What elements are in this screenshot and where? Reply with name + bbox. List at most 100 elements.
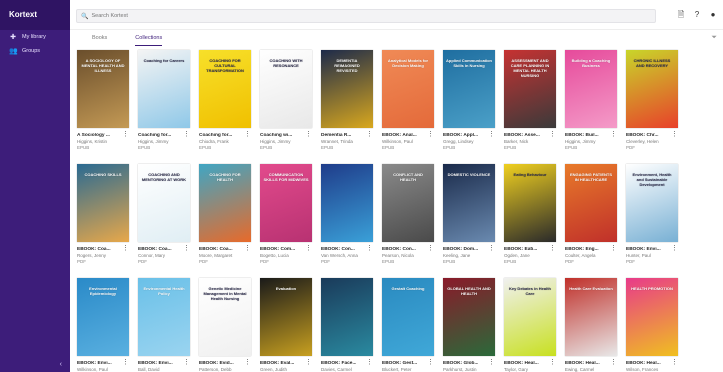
book-title[interactable]: EBOOK: Coa... (77, 247, 111, 252)
book-cover[interactable] (321, 278, 373, 356)
book-cover[interactable]: ENGAGING PATIENTS IN HEALTHCARE (565, 164, 617, 242)
book-card[interactable]: Gestalt Coaching EBOOK: Gest... ⋮ Bluckert,… (382, 278, 434, 372)
search-input[interactable] (91, 13, 642, 19)
book-cover[interactable]: COMMUNICATION SKILLS FOR MIDWIVES (260, 164, 312, 242)
more-options-icon[interactable]: ⋮ (122, 245, 129, 252)
book-card[interactable]: EBOOK: Face...⋮Davies, CarmelPDF (321, 278, 373, 372)
book-title[interactable]: EBOOK: Face... (321, 361, 356, 366)
book-card[interactable]: ASSESSMENT AND CARE PLANNING IN MENTAL H… (504, 50, 556, 158)
more-options-icon[interactable]: ⋮ (488, 245, 495, 252)
more-options-icon[interactable]: ⋮ (427, 245, 434, 252)
book-title[interactable]: Coaching for... (199, 133, 232, 138)
book-card[interactable]: Environment, Health and Sustainable Deve… (626, 164, 678, 272)
more-options-icon[interactable]: ⋮ (488, 131, 495, 138)
book-title[interactable]: A Sociology ... (77, 133, 110, 138)
more-options-icon[interactable]: ⋮ (671, 131, 678, 138)
book-card[interactable]: A SOCIOLOGY OF MENTAL HEALTH AND ILLNESS… (77, 50, 129, 158)
book-title[interactable]: EBOOK: Evid... (199, 361, 234, 366)
book-cover[interactable]: COACHING FOR CULTURAL TRANSFORMATION (199, 50, 251, 128)
more-options-icon[interactable]: ⋮ (610, 245, 617, 252)
book-cover[interactable]: Environment, Health and Sustainable Deve… (626, 164, 678, 242)
book-title[interactable]: EBOOK: Com... (260, 247, 295, 252)
book-cover[interactable]: DOMESTIC VIOLENCE (443, 164, 495, 242)
book-title[interactable]: EBOOK: Asse... (504, 133, 540, 138)
book-title[interactable]: EBOOK: Appl... (443, 133, 478, 138)
book-title[interactable]: Coaching for... (138, 133, 171, 138)
book-card[interactable]: Key Debates in Health Care EBOOK: Heal...… (504, 278, 556, 372)
book-card[interactable]: DOMESTIC VIOLENCE EBOOK: Dom... ⋮ Keeling, … (443, 164, 495, 272)
more-options-icon[interactable]: ⋮ (610, 359, 617, 366)
more-options-icon[interactable]: ⋮ (183, 359, 190, 366)
book-card[interactable]: Eating Behaviour EBOOK: Eati... ⋮ Ogden, Ja… (504, 164, 556, 272)
more-options-icon[interactable]: ⋮ (366, 245, 373, 252)
more-options-icon[interactable]: ⋮ (183, 131, 190, 138)
book-title[interactable]: EBOOK: Dom... (443, 247, 478, 252)
book-card[interactable]: COMMUNICATION SKILLS FOR MIDWIVES EBOOK: … (260, 164, 312, 272)
book-card[interactable]: CONFLICT AND HEALTH EBOOK: Con... ⋮ Pearson… (382, 164, 434, 272)
book-card[interactable]: HEALTH PROMOTION EBOOK: Heal... ⋮ Wilson, F… (626, 278, 678, 372)
more-options-icon[interactable]: ⋮ (671, 359, 678, 366)
book-cover[interactable]: COACHING SKILLS (77, 164, 129, 242)
book-cover[interactable]: Applied Communication Skills in Nursing (443, 50, 495, 128)
book-title[interactable]: EBOOK: Gest... (382, 361, 417, 366)
book-cover[interactable] (321, 164, 373, 242)
bookmark-icon[interactable]: 🗎 (676, 10, 686, 20)
book-title[interactable]: EBOOK: Heal... (565, 361, 600, 366)
book-title[interactable]: Dementia R... (321, 133, 351, 138)
more-options-icon[interactable]: ⋮ (671, 245, 678, 252)
book-cover[interactable]: CONFLICT AND HEALTH (382, 164, 434, 242)
more-options-icon[interactable]: ⋮ (183, 245, 190, 252)
book-cover[interactable]: Eating Behaviour (504, 164, 556, 242)
book-cover[interactable]: Health Care Evaluation (565, 278, 617, 356)
book-card[interactable]: Health Care Evaluation EBOOK: Heal... ⋮ Ewi… (565, 278, 617, 372)
book-card[interactable]: Coaching for Careers Coaching for... ⋮ Higg… (138, 50, 190, 158)
book-cover[interactable]: DEMENTIA REIMAGINED REVISITED (321, 50, 373, 128)
book-title[interactable]: EBOOK: Heal... (504, 361, 539, 366)
book-cover[interactable]: Coaching for Careers (138, 50, 190, 128)
help-icon[interactable]: ? (692, 10, 702, 20)
book-title[interactable]: EBOOK: Chr... (626, 133, 659, 138)
book-cover[interactable]: Environmental Health Policy (138, 278, 190, 356)
more-options-icon[interactable]: ⋮ (427, 131, 434, 138)
more-options-icon[interactable]: ⋮ (549, 245, 556, 252)
book-title[interactable]: EBOOK: Eng... (565, 247, 599, 252)
book-title[interactable]: EBOOK: Glob... (443, 361, 478, 366)
book-cover[interactable]: ASSESSMENT AND CARE PLANNING IN MENTAL H… (504, 50, 556, 128)
book-title[interactable]: EBOOK: Coa... (199, 247, 233, 252)
account-icon[interactable]: ● (708, 10, 718, 20)
book-cover[interactable]: A SOCIOLOGY OF MENTAL HEALTH AND ILLNESS (77, 50, 129, 128)
more-options-icon[interactable]: ⋮ (305, 245, 312, 252)
more-options-icon[interactable]: ⋮ (549, 131, 556, 138)
book-cover[interactable]: GLOBAL HEALTH AND HEALTH (443, 278, 495, 356)
book-title[interactable]: EBOOK: Envi... (138, 361, 173, 366)
sidebar-item-groups[interactable]: 👥 Groups (0, 44, 70, 58)
book-card[interactable]: ENGAGING PATIENTS IN HEALTHCARE EBOOK: En… (565, 164, 617, 272)
book-title[interactable]: EBOOK: Envi... (77, 361, 112, 366)
book-card[interactable]: EvaluationEBOOK: Eval...⋮Green, JudithPD… (260, 278, 312, 372)
sidebar-item-my-library[interactable]: ✚ My library (0, 30, 70, 44)
book-title[interactable]: EBOOK: Eati... (504, 247, 537, 252)
more-options-icon[interactable]: ⋮ (244, 131, 251, 138)
book-cover[interactable]: Genetic Medicine Management in Mental He… (199, 278, 251, 356)
more-options-icon[interactable]: ⋮ (549, 359, 556, 366)
book-card[interactable]: COACHING FOR HEALTH EBOOK: Coa... ⋮ Moore, … (199, 164, 251, 272)
book-cover[interactable]: HEALTH PROMOTION (626, 278, 678, 356)
book-title[interactable]: EBOOK: Anal... (382, 133, 417, 138)
book-card[interactable]: COACHING SKILLS EBOOK: Coa... ⋮ Rogers, Jen… (77, 164, 129, 272)
book-title[interactable]: EBOOK: Envi... (626, 247, 661, 252)
book-card[interactable]: Genetic Medicine Management in Mental He… (199, 278, 251, 372)
book-card[interactable]: COACHING WITH RESONANCE Coaching wi... ⋮ Hi… (260, 50, 312, 158)
book-cover[interactable]: Environmental Epidemiology (77, 278, 129, 356)
book-card[interactable]: COACHING FOR CULTURAL TRANSFORMATION Coac… (199, 50, 251, 158)
book-title[interactable]: EBOOK: Con... (321, 247, 355, 252)
book-card[interactable]: Environmental Health Policy EBOOK: Envi..… (138, 278, 190, 372)
book-card[interactable]: EBOOK: Con... ⋮ Van Wersch, Anna PDF (321, 164, 373, 272)
more-options-icon[interactable]: ⋮ (488, 359, 495, 366)
book-card[interactable]: Environmental Epidemiology EBOOK: Envi...… (77, 278, 129, 372)
book-cover[interactable]: Evaluation (260, 278, 312, 356)
tab-books[interactable]: Books (92, 30, 107, 46)
brand-logo[interactable]: Kortext (0, 0, 70, 30)
more-options-icon[interactable]: ⋮ (305, 359, 312, 366)
book-card[interactable]: GLOBAL HEALTH AND HEALTH EBOOK: Glob... ⋮ P… (443, 278, 495, 372)
book-title[interactable]: EBOOK: Eval... (260, 361, 294, 366)
